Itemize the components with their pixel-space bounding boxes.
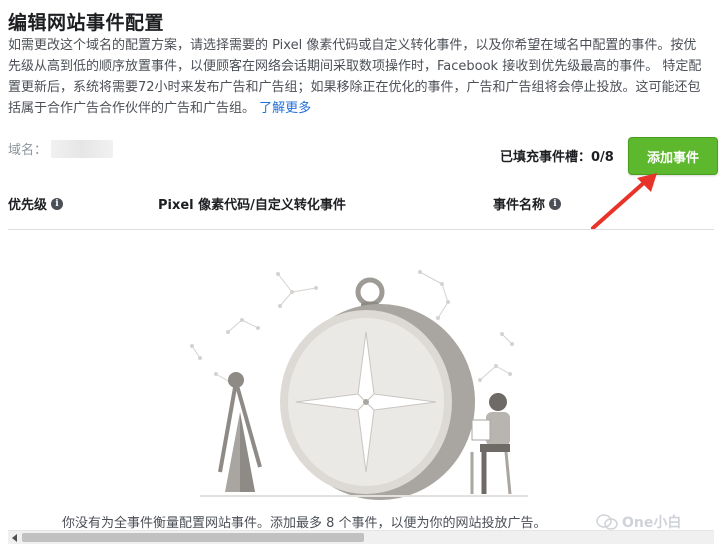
divider — [8, 229, 714, 230]
watermark: One小白 — [596, 512, 681, 532]
event-slots-counter: 已填充事件槽：0/8 — [500, 150, 614, 165]
column-header-pixel: Pixel 像素代码/自定义转化事件 — [158, 198, 346, 213]
learn-more-link[interactable]: 了解更多 — [259, 101, 311, 116]
info-icon[interactable]: i — [51, 197, 64, 210]
domain-label: 域名： — [8, 143, 48, 158]
wechat-icon — [596, 514, 618, 530]
domain-value-redacted — [51, 139, 114, 158]
description-text: 如需更改这个域名的配置方案，请选择需要的 Pixel 像素代码或自定义转化事件，… — [8, 38, 702, 116]
page-description: 如需更改这个域名的配置方案，请选择需要的 Pixel 像素代码或自定义转化事件，… — [8, 35, 708, 119]
scrollbar-thumb[interactable] — [22, 533, 364, 542]
watermark-text: One小白 — [622, 515, 682, 531]
page-title: 编辑网站事件配置 — [8, 12, 165, 34]
column-header-priority: 优先级 i — [8, 194, 64, 213]
horizontal-scrollbar[interactable] — [8, 530, 714, 544]
arrow-annotation — [591, 173, 657, 230]
info-icon[interactable]: i — [549, 197, 562, 210]
compass-illustration — [190, 270, 528, 500]
scroll-left-icon[interactable] — [8, 531, 22, 544]
empty-state-text: 你没有为全事件衡量配置网站事件。添加最多 8 个事件，以便为你的网站投放广告。 — [62, 516, 547, 531]
domain-row: 域名： — [8, 139, 114, 158]
column-header-event-name: 事件名称 i — [493, 194, 562, 213]
